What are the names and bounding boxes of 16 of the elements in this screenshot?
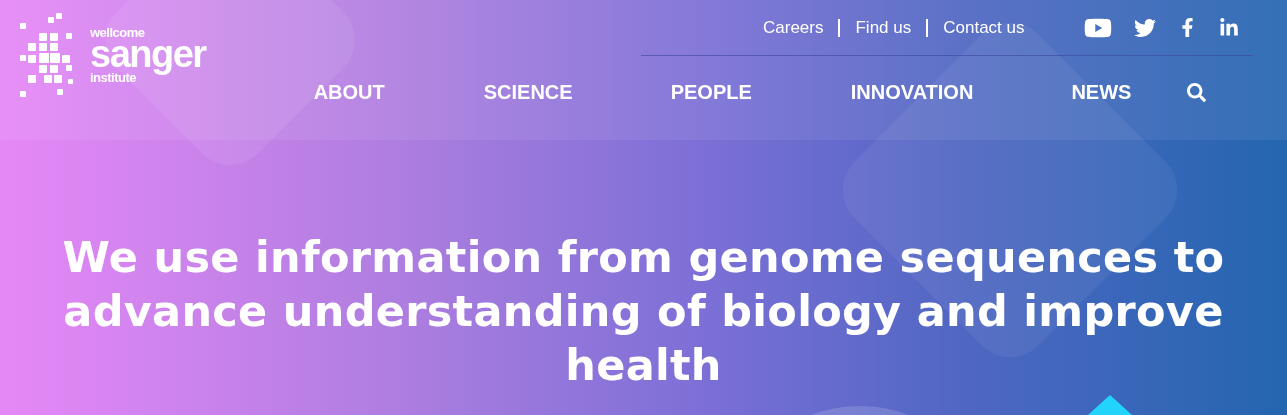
letters-in-icon[interactable] (1219, 17, 1239, 38)
search-icon[interactable] (1187, 82, 1207, 102)
triangle-shape (1088, 395, 1132, 415)
bird-icon[interactable] (1134, 16, 1156, 39)
utility-link[interactable]: Careers (763, 18, 839, 37)
nav-link[interactable]: SCIENCE (483, 80, 573, 104)
nav-link[interactable]: ABOUT (313, 80, 385, 104)
logo-text: wellcome (90, 26, 146, 39)
nav-link[interactable]: PEOPLE (670, 80, 752, 104)
hero-headline: We use information from genome sequences to advance understanding of biology and improve health (61, 231, 1226, 392)
nav-link[interactable]: NEWS (1071, 80, 1132, 104)
nav-link[interactable]: INNOVATION (850, 80, 974, 104)
utility-link[interactable]: Find us (838, 18, 927, 37)
logo-text: institute (90, 71, 137, 84)
utility-link[interactable]: Contact us (926, 18, 1040, 37)
site-logo[interactable]: wellcome sanger institute (0, 0, 206, 110)
